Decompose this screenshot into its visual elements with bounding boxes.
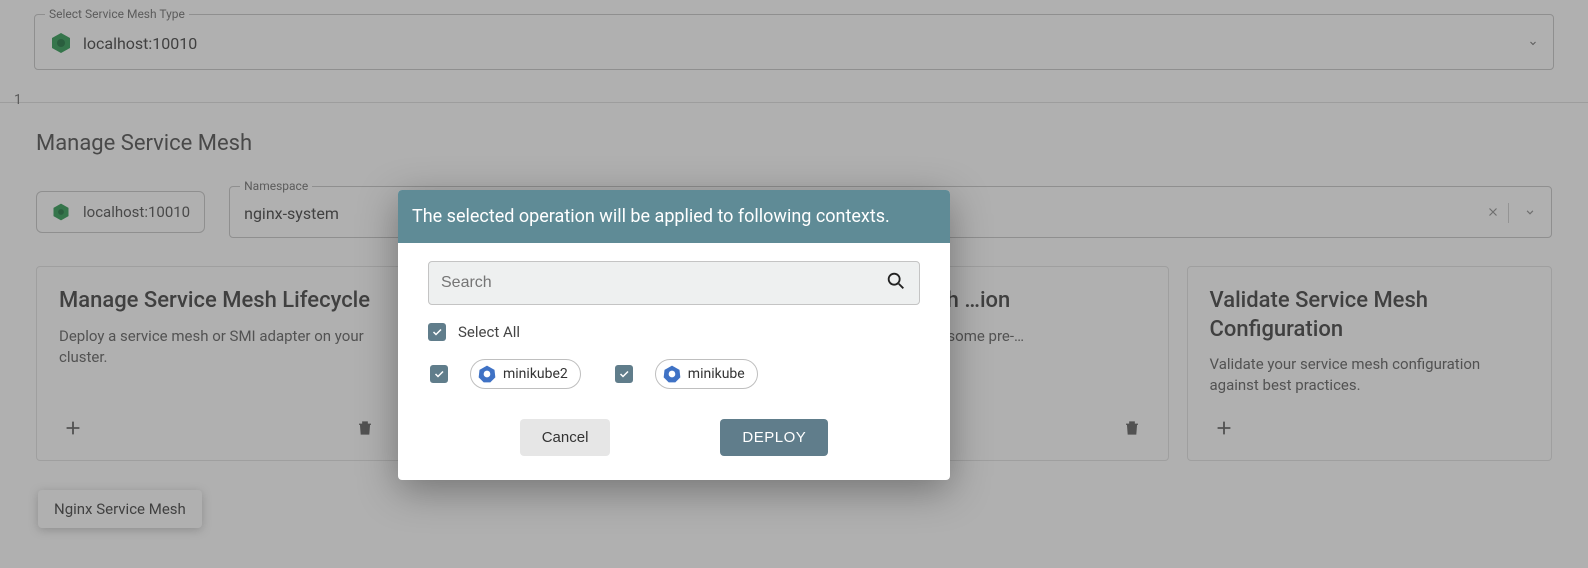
- contexts-dialog: The selected operation will be applied t…: [398, 190, 950, 480]
- cancel-button[interactable]: Cancel: [520, 419, 611, 456]
- dialog-actions: Cancel DEPLOY: [428, 419, 920, 460]
- search-icon[interactable]: [885, 270, 907, 296]
- kubernetes-icon: [477, 364, 497, 384]
- context-checkbox[interactable]: [615, 365, 633, 383]
- select-all-checkbox[interactable]: [428, 323, 446, 341]
- context-item[interactable]: minikube2: [430, 359, 581, 389]
- deploy-button[interactable]: DEPLOY: [720, 419, 828, 456]
- contexts-row: minikube2 minikube: [428, 359, 920, 389]
- context-checkbox[interactable]: [430, 365, 448, 383]
- search-box[interactable]: [428, 261, 920, 305]
- dialog-title: The selected operation will be applied t…: [398, 190, 950, 243]
- context-name: minikube2: [503, 366, 568, 382]
- context-chip: minikube: [655, 359, 758, 389]
- context-chip: minikube2: [470, 359, 581, 389]
- select-all-row[interactable]: Select All: [428, 323, 920, 341]
- search-input[interactable]: [441, 274, 885, 292]
- select-all-label: Select All: [458, 323, 520, 341]
- context-name: minikube: [688, 366, 745, 382]
- context-item[interactable]: minikube: [615, 359, 758, 389]
- kubernetes-icon: [662, 364, 682, 384]
